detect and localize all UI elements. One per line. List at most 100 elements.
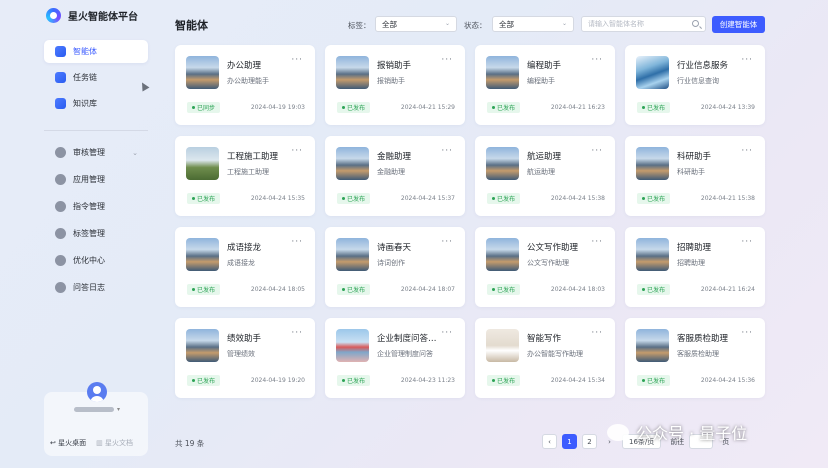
more-options-icon[interactable]: ··· — [291, 146, 303, 156]
more-options-icon[interactable]: ··· — [741, 146, 753, 156]
updated-time: 2024-04-24 18:05 — [250, 286, 305, 293]
sidebar-item-agents[interactable]: 智能体 — [44, 40, 148, 63]
prev-page-button[interactable]: ‹ — [542, 434, 557, 449]
spark-desktop-link[interactable]: ↩ 星火桌面 — [50, 438, 86, 448]
more-options-icon[interactable]: ··· — [591, 328, 603, 338]
agent-card[interactable]: 成语接龙 ··· 成语接龙 已发布 2024-04-24 18:05 — [175, 227, 315, 307]
bot-icon — [55, 46, 66, 57]
sidebar-item-label: 任务链 — [73, 73, 97, 82]
sidebar-item-task-chain[interactable]: 任务链 — [44, 66, 148, 89]
agent-card[interactable]: 金融助理 ··· 金融助理 已发布 2024-04-24 15:37 — [325, 136, 465, 216]
spark-docs-link[interactable]: ▥ 星火文档 — [96, 438, 133, 448]
agent-card[interactable]: 编程助手 ··· 编程助手 已发布 2024-04-21 16:23 — [475, 45, 615, 125]
page-button-2[interactable]: 2 — [582, 434, 597, 449]
sidebar-item-qa-log[interactable]: 问答日志 — [44, 276, 148, 299]
agent-card[interactable]: 公文写作助理 ··· 公文写作助理已发布 2024-04-24 18:03 — [475, 227, 615, 307]
agent-name: 行业信息服务 — [677, 61, 729, 71]
more-options-icon[interactable]: ··· — [441, 146, 453, 156]
status-badge: 已发布 — [487, 284, 521, 295]
more-options-icon[interactable]: ··· — [741, 237, 753, 247]
more-options-icon[interactable]: ··· — [591, 55, 603, 65]
more-options-icon[interactable]: ··· — [741, 55, 753, 65]
agent-thumbnail — [336, 238, 369, 271]
agent-card[interactable]: 诗画春天 ··· 诗词创作 已发布 2024-04-24 18:07 — [325, 227, 465, 307]
command-icon — [55, 201, 66, 212]
agent-description: 公文写作助理 — [527, 259, 569, 267]
agent-card[interactable]: 行业信息服务 ··· 行业信息查询 已发布 2024-04-24 13:39 — [625, 45, 765, 125]
agent-thumbnail — [636, 147, 669, 180]
chevron-down-icon: ⌄ — [132, 148, 138, 157]
agent-description: 成语接龙 — [227, 259, 255, 267]
main-panel: 智能体 标签： 全部 ⌄ 状态： 全部 ⌄ 创建智能体 办公助理 ··· 办公助理能… — [165, 8, 777, 468]
agent-description: 航运助理 — [527, 168, 555, 176]
agent-thumbnail — [336, 147, 369, 180]
agent-card[interactable]: 绩效助手 ··· 管理绩效 已发布 2024-04-19 19:20 — [175, 318, 315, 398]
more-options-icon[interactable]: ··· — [291, 328, 303, 338]
sidebar-item-label: 优化中心 — [73, 256, 105, 265]
updated-time: 2024-04-24 18:03 — [550, 286, 605, 293]
status-badge: 已发布 — [187, 375, 221, 386]
status-filter-select[interactable]: 全部 ⌄ — [492, 16, 574, 32]
chevron-down-icon[interactable]: ▾ — [117, 406, 120, 413]
page-button-1[interactable]: 1 — [562, 434, 577, 449]
more-options-icon[interactable]: ··· — [291, 55, 303, 65]
search-icon[interactable] — [692, 20, 699, 27]
more-options-icon[interactable]: ··· — [591, 146, 603, 156]
user-links: ↩ 星火桌面 ▥ 星火文档 — [50, 438, 133, 448]
updated-time: 2024-04-24 13:39 — [700, 104, 755, 111]
agent-card[interactable]: 科研助手 ··· 科研助手 已发布 2024-04-21 15:38 — [625, 136, 765, 216]
agent-card[interactable]: 企业制度问答… ··· 企业管理制度问答 已发布 2024-04-23 11:23 — [325, 318, 465, 398]
sidebar-item-label: 指令管理 — [73, 202, 105, 211]
agent-card[interactable]: 工程施工助理 ··· 工程施工助理 已发布 2024-04-24 15:35 — [175, 136, 315, 216]
sidebar-item-label: 标签管理 — [73, 229, 105, 238]
user-card: ▾ ↩ 星火桌面 ▥ 星火文档 — [44, 382, 148, 456]
app-logo: 星火智能体平台 — [46, 8, 138, 23]
updated-time: 2024-04-24 18:07 — [400, 286, 455, 293]
agent-description: 编程助手 — [527, 77, 555, 85]
sidebar-item-app-management[interactable]: 应用管理 — [44, 168, 148, 191]
agent-description: 工程施工助理 — [227, 168, 269, 176]
tag-filter-value: 全部 — [382, 19, 397, 29]
agent-thumbnail — [186, 56, 219, 89]
updated-time: 2024-04-24 15:36 — [700, 377, 755, 384]
search-input[interactable] — [588, 20, 688, 28]
agent-name: 公文写作助理 — [527, 243, 579, 253]
sidebar-item-label: 审核管理 — [73, 148, 105, 157]
sidebar-item-label: 应用管理 — [73, 175, 105, 184]
create-agent-button[interactable]: 创建智能体 — [712, 16, 765, 33]
agent-name: 企业制度问答… — [377, 334, 437, 344]
agent-description: 客服质检助理 — [677, 350, 719, 358]
updated-time: 2024-04-21 16:24 — [700, 286, 755, 293]
status-badge: 已发布 — [487, 193, 521, 204]
agent-card[interactable]: 客服质检助理 ··· 客服质检助理 已发布 2024-04-24 15:36 — [625, 318, 765, 398]
tag-filter-select[interactable]: 全部 ⌄ — [375, 16, 457, 32]
avatar[interactable] — [87, 382, 107, 402]
agent-thumbnail — [486, 56, 519, 89]
username-redacted[interactable] — [74, 407, 114, 412]
agent-card[interactable]: 招聘助理 ··· 招聘助理 已发布 2024-04-21 16:24 — [625, 227, 765, 307]
agent-description: 报销助手 — [377, 77, 405, 85]
more-options-icon[interactable]: ··· — [441, 55, 453, 65]
more-options-icon[interactable]: ··· — [441, 237, 453, 247]
status-badge: 已发布 — [637, 102, 671, 113]
agent-thumbnail — [186, 329, 219, 362]
sidebar-item-tag-management[interactable]: 标签管理 — [44, 222, 148, 245]
agent-card[interactable]: 航运助理 ··· 航运助理 已发布 2024-04-24 15:38 — [475, 136, 615, 216]
agent-card[interactable]: 办公助理 ··· 办公助理能手 已同步 2024-04-19 19:03 — [175, 45, 315, 125]
agent-card[interactable]: 智能写作 ··· 办公智能写作助理 已发布 2024-04-24 15:34 — [475, 318, 615, 398]
more-options-icon[interactable]: ··· — [741, 328, 753, 338]
agent-description: 招聘助理 — [677, 259, 705, 267]
agent-description: 科研助手 — [677, 168, 705, 176]
sidebar-item-knowledge-base[interactable]: 知识库 — [44, 92, 148, 115]
sidebar-item-audit[interactable]: 审核管理 ⌄ — [44, 141, 148, 164]
more-options-icon[interactable]: ··· — [291, 237, 303, 247]
agent-name: 办公助理 — [227, 61, 262, 71]
agent-thumbnail — [636, 329, 669, 362]
more-options-icon[interactable]: ··· — [591, 237, 603, 247]
sidebar-item-command-management[interactable]: 指令管理 — [44, 195, 148, 218]
agent-card[interactable]: 报销助手 ··· 报销助手 已发布 2024-04-21 15:29 — [325, 45, 465, 125]
sidebar-item-optimization-center[interactable]: 优化中心 — [44, 249, 148, 272]
audit-icon — [55, 147, 66, 158]
more-options-icon[interactable]: ··· — [441, 328, 453, 338]
updated-time: 2024-04-24 15:38 — [550, 195, 605, 202]
